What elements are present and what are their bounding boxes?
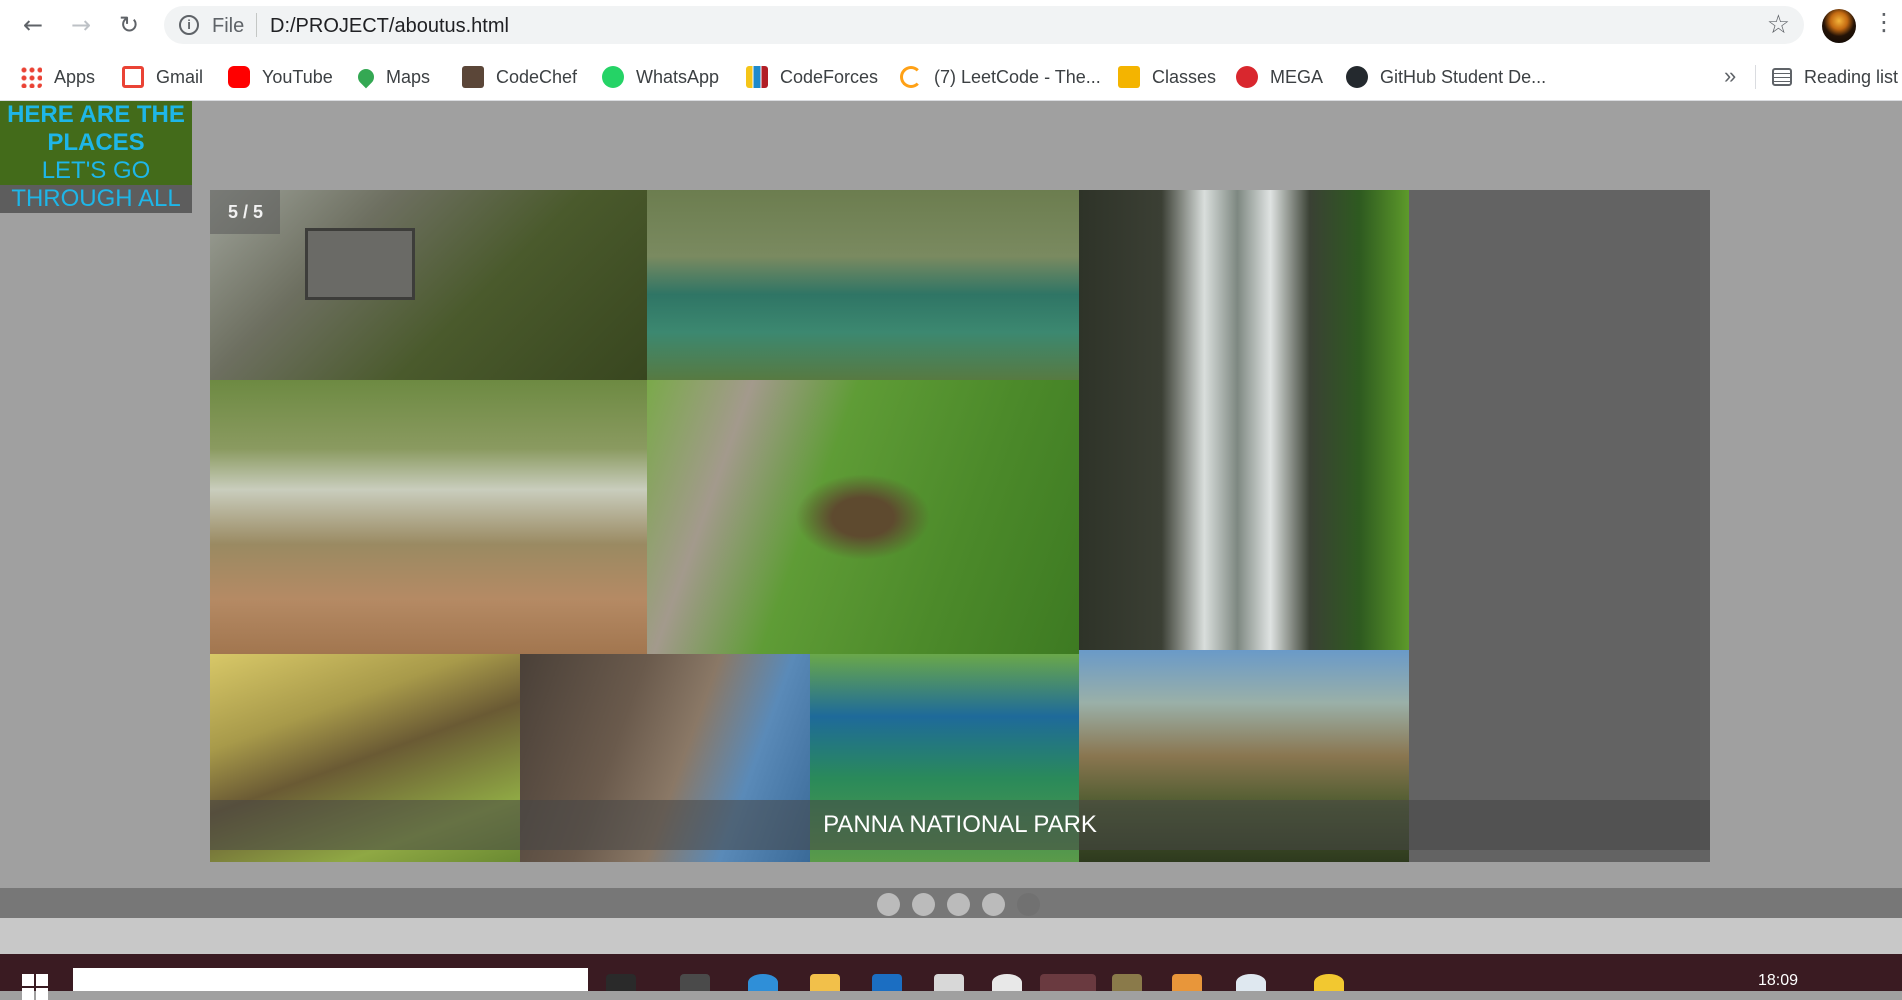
edge-icon[interactable] (748, 974, 778, 991)
bookmark-label: CodeChef (496, 66, 578, 87)
maps-pin-icon (354, 65, 378, 89)
collage-tile-waterfall (1079, 190, 1409, 650)
slide-dot-2[interactable] (912, 893, 935, 916)
slide-dot-5[interactable] (1017, 893, 1040, 916)
bookmark-github[interactable]: GitHub Student De... (1346, 65, 1546, 89)
page-body: HERE ARE THE PLACES LET'S GO THROUGH ALL… (0, 101, 1902, 954)
chrome-active-icon[interactable] (1040, 974, 1096, 991)
info-icon[interactable]: i (179, 15, 199, 35)
heading-line: PLACES (47, 129, 145, 156)
bookmark-mega[interactable]: MEGA (1236, 65, 1323, 89)
reload-icon[interactable]: ↻ (112, 8, 146, 42)
reading-list-label: Reading list (1804, 66, 1899, 87)
slide-dot-1[interactable] (877, 893, 900, 916)
os-taskbar: 18:09 (0, 954, 1902, 1000)
slide-number: 5 / 5 (210, 190, 280, 234)
menu-icon[interactable]: ⋮ (1872, 8, 1896, 36)
apps-grid-icon (20, 66, 42, 88)
mega-icon (1236, 66, 1258, 88)
more-bookmarks-icon[interactable]: » (1724, 63, 1736, 89)
url-separator (256, 13, 257, 37)
profile-avatar[interactable] (1822, 9, 1856, 43)
codechef-icon (462, 66, 484, 88)
bookmark-label: MEGA (1270, 66, 1324, 87)
forward-icon[interactable]: → (64, 8, 98, 42)
url-text[interactable]: D:/PROJECT/aboutus.html (270, 15, 509, 38)
app-icon[interactable] (1172, 974, 1202, 991)
bookmark-label: (7) LeetCode - The... (934, 66, 1101, 87)
codeforces-icon (746, 66, 768, 88)
bookmark-youtube[interactable]: YouTube (228, 65, 333, 89)
bookmark-label: GitHub Student De... (1380, 66, 1547, 87)
slideshow-container: 5 / 5 PANNA NATIONAL PARK (210, 190, 1710, 862)
bookmark-label: Maps (386, 66, 431, 87)
address-bar[interactable]: i File D:/PROJECT/aboutus.html ☆ (164, 6, 1804, 44)
sticky-app-icon[interactable] (1314, 974, 1344, 991)
classroom-icon (1118, 66, 1140, 88)
bookmark-label: Apps (54, 66, 96, 87)
bookmark-apps[interactable]: Apps (20, 65, 95, 89)
gmail-icon (122, 66, 144, 88)
collage-tile-forest-road (210, 380, 647, 654)
store-icon[interactable] (872, 974, 902, 991)
bookmark-gmail[interactable]: Gmail (122, 65, 203, 89)
bookmarks-bar: Apps Gmail YouTube Maps CodeChef WhatsAp… (0, 51, 1902, 101)
taskbar-clock: 18:09 (1758, 972, 1799, 989)
slide-dot-4[interactable] (982, 893, 1005, 916)
slide-caption: PANNA NATIONAL PARK (823, 811, 1097, 838)
youtube-icon (228, 66, 250, 88)
leetcode-icon (900, 66, 922, 88)
bookmark-label: CodeForces (780, 66, 879, 87)
heading-line: HERE ARE THE (7, 101, 185, 128)
url-scheme: File (212, 15, 245, 37)
bookmark-codechef[interactable]: CodeChef (462, 65, 577, 89)
bookmark-label: YouTube (262, 66, 333, 87)
star-icon[interactable]: ☆ (1767, 10, 1790, 40)
search-icon[interactable] (606, 974, 636, 991)
page-footer-area (0, 918, 1902, 954)
windows-start-icon[interactable] (22, 974, 48, 1000)
collage-tile-lake (647, 190, 1079, 380)
slide-indicator-bar (0, 888, 1902, 918)
file-explorer-icon[interactable] (810, 974, 840, 991)
collage-tile-signboard-post (305, 228, 415, 300)
bookmark-maps[interactable]: Maps (354, 65, 431, 89)
collage-tile-tigers (647, 380, 1079, 654)
places-heading: HERE ARE THE PLACES LET'S GO THROUGH ALL (0, 101, 192, 213)
bookmark-codeforces[interactable]: CodeForces (746, 65, 878, 89)
task-view-icon[interactable] (680, 974, 710, 991)
bookmark-leetcode[interactable]: (7) LeetCode - The... (900, 65, 1101, 89)
heading-line: THROUGH ALL (0, 185, 192, 213)
bookmark-label: WhatsApp (636, 66, 720, 87)
taskbar-search-box[interactable] (73, 968, 588, 991)
slide-image-collage (210, 190, 1409, 862)
github-icon (1346, 66, 1368, 88)
back-icon[interactable]: ← (16, 8, 50, 42)
browser-toolbar: ← → ↻ i File D:/PROJECT/aboutus.html ☆ ⋮ (0, 0, 1902, 51)
bookmarks-divider (1755, 65, 1756, 89)
sublime-icon[interactable] (1112, 974, 1142, 991)
bookmark-label: Classes (1152, 66, 1217, 87)
heading-line: LET'S GO (41, 157, 151, 184)
reading-list-icon (1772, 68, 1792, 86)
reading-list-button[interactable]: Reading list (1772, 65, 1898, 89)
chrome-alt-icon[interactable] (992, 974, 1022, 991)
whatsapp-icon (602, 66, 624, 88)
bookmark-whatsapp[interactable]: WhatsApp (602, 65, 719, 89)
slide-dot-3[interactable] (947, 893, 970, 916)
bookmark-label: Gmail (156, 66, 204, 87)
zoom-icon[interactable] (1236, 974, 1266, 991)
dropbox-icon[interactable] (934, 974, 964, 991)
bookmark-classes[interactable]: Classes (1118, 65, 1216, 89)
